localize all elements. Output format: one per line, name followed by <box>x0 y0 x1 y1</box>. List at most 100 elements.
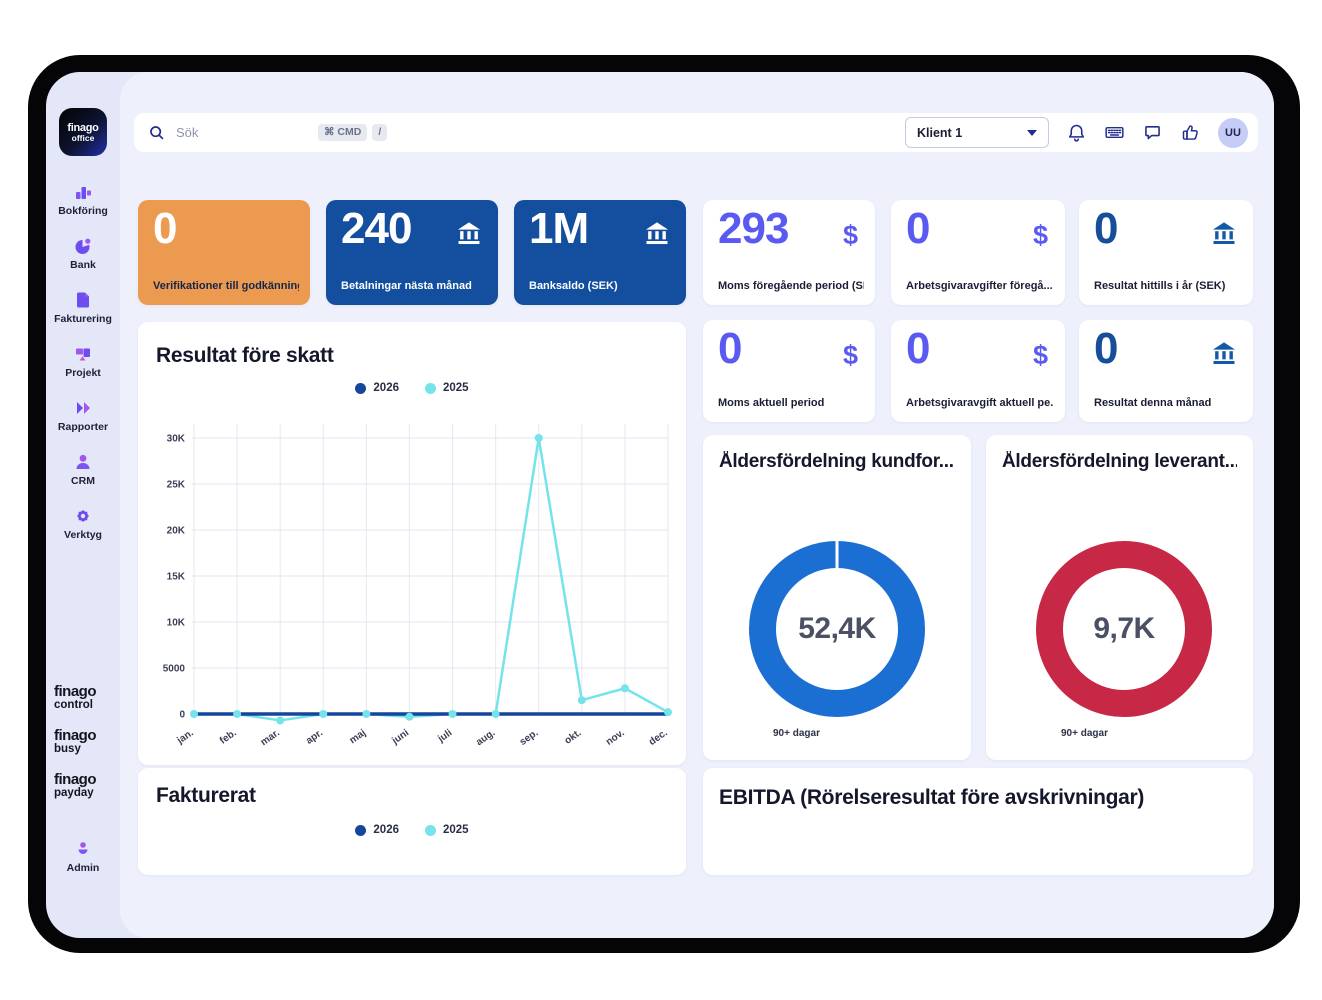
svg-text:feb.: feb. <box>218 727 239 746</box>
client-selector-value: Klient 1 <box>917 125 963 140</box>
sidebar-item-verktyg[interactable]: Verktyg <box>46 506 120 541</box>
kpi-label: Moms föregående period (SEK) <box>718 280 864 292</box>
sidebar-item-label: Bokföring <box>58 205 108 217</box>
chart-title: Fakturerat <box>156 784 256 807</box>
sidebar-item-rapporter[interactable]: Rapporter <box>46 398 120 433</box>
legend-dot <box>355 382 367 394</box>
legend-dot <box>425 824 436 836</box>
main-content: ⌘ CMD / Klient 1 <box>120 72 1274 938</box>
sidebar-item-bokforing[interactable]: Bokföring <box>46 182 120 217</box>
donut-chart-leverantorsskulder: 9,7K <box>1036 541 1212 717</box>
gear-icon <box>77 510 89 522</box>
legend-label: 2026 <box>373 382 399 394</box>
chat-icon[interactable] <box>1142 122 1163 143</box>
chart-title: Resultat före skatt <box>156 344 334 367</box>
kpi-card-betalningar[interactable]: 240 Betalningar nästa månad <box>326 200 498 305</box>
kpi-label: Arbetsgivaravgift aktuell pe... <box>906 397 1054 409</box>
legend-item-2025[interactable]: 2025 <box>425 824 469 836</box>
svg-text:15K: 15K <box>167 572 186 583</box>
finago-office-logo[interactable]: finago office <box>59 108 107 156</box>
legend-item-2026[interactable]: 2026 <box>355 824 399 836</box>
kpi-card-banksaldo[interactable]: 1M Banksaldo (SEK) <box>514 200 686 305</box>
legend-item-2026[interactable]: 2026 <box>355 382 399 394</box>
brand-name: finago <box>54 771 97 789</box>
chart-title: EBITDA (Rörelseresultat före avskrivning… <box>719 786 1145 809</box>
legend-label: 2026 <box>373 824 399 836</box>
brand-product: payday <box>54 787 94 800</box>
kpi-card-verifikationer[interactable]: 0 Verifikationer till godkänning <box>138 200 310 305</box>
sidebar-item-label: Fakturering <box>54 313 112 325</box>
kpi-card-moms-foregaende[interactable]: 293 $ Moms föregående period (SEK) <box>703 200 875 305</box>
svg-text:mar.: mar. <box>259 727 282 748</box>
dollar-icon: $ <box>842 220 858 250</box>
admin-person-icon <box>78 842 88 854</box>
sidebar-item-admin[interactable]: Admin <box>46 838 120 874</box>
kpi-card-moms-aktuell[interactable]: 0 $ Moms aktuell period <box>703 320 875 422</box>
svg-text:okt.: okt. <box>563 727 584 746</box>
dollar-icon: $ <box>842 340 858 370</box>
svg-text:maj: maj <box>348 727 369 746</box>
kpi-card-arbetsgivaravgifter-foregaende[interactable]: 0 $ Arbetsgivaravgifter föregå... <box>891 200 1065 305</box>
sidebar-item-label: CRM <box>71 475 95 487</box>
legend-dot <box>425 382 436 394</box>
brand-finago-control[interactable]: finago control <box>54 684 112 712</box>
sidebar: finago office Bokföring Bank Fakturering… <box>46 72 120 938</box>
sidebar-item-bank[interactable]: Bank <box>46 236 120 271</box>
client-selector-dropdown[interactable]: Klient 1 <box>905 117 1049 148</box>
sidebar-item-label: Rapporter <box>57 421 109 433</box>
kpi-card-resultat-ar[interactable]: 0 Resultat hittills i år (SEK) <box>1079 200 1253 305</box>
chart-card-resultat-fore-skatt: Resultat före skatt 2026 2025 jan. feb. ma… <box>138 322 686 765</box>
search-input[interactable] <box>174 124 298 141</box>
chart-card-aldersfordelning-kund: Åldersfördelning kundfor... 52,4K 90+ da… <box>703 435 971 760</box>
kpi-value: 0 <box>906 204 931 253</box>
kpi-card-resultat-manad[interactable]: 0 Resultat denna månad <box>1079 320 1253 422</box>
top-bar: ⌘ CMD / Klient 1 <box>134 113 1258 152</box>
kpi-card-arbetsgivaravgift-aktuell[interactable]: 0 $ Arbetsgivaravgift aktuell pe... <box>891 320 1065 422</box>
search-icon <box>150 126 164 140</box>
svg-text:25K: 25K <box>167 480 186 491</box>
kpi-value: 240 <box>341 204 412 253</box>
kpi-value: 1M <box>529 204 589 253</box>
sidebar-brands: finago control finago busy finago payday <box>46 684 120 801</box>
dollar-icon: $ <box>1032 220 1048 250</box>
chart-card-ebitda: EBITDA (Rörelseresultat före avskrivning… <box>703 768 1253 875</box>
kpi-label: Betalningar nästa månad <box>341 280 472 292</box>
bank-icon <box>645 222 669 245</box>
brand-finago-payday[interactable]: finago payday <box>54 772 112 800</box>
bank-icon <box>457 222 481 245</box>
bookkeeping-bars-icon <box>76 187 91 199</box>
kpi-label: Moms aktuell period <box>718 397 825 409</box>
chart-title: Åldersfördelning kundfor... <box>719 451 954 472</box>
avatar-initials: UU <box>1225 126 1241 139</box>
chart-card-fakturerat: Fakturerat 2026 2025 <box>138 768 686 875</box>
reports-chevrons-icon <box>77 402 90 414</box>
sidebar-item-label: Projekt <box>65 367 101 379</box>
chart-legend: 2026 2025 <box>138 382 686 394</box>
user-avatar[interactable]: UU <box>1218 117 1248 148</box>
svg-text:jan.: jan. <box>174 727 195 747</box>
sidebar-item-crm[interactable]: CRM <box>46 452 120 487</box>
kpi-label: Resultat hittills i år (SEK) <box>1094 280 1226 292</box>
kpi-value: 0 <box>718 324 743 373</box>
legend-item-2025[interactable]: 2025 <box>425 382 469 394</box>
sidebar-item-fakturering[interactable]: Fakturering <box>46 290 120 325</box>
chevron-down-icon <box>1027 129 1037 136</box>
donut-center-value: 52,4K <box>798 612 876 645</box>
bell-icon[interactable] <box>1066 122 1087 143</box>
legend-label: 2025 <box>443 824 469 836</box>
brand-finago-busy[interactable]: finago busy <box>54 728 112 756</box>
svg-text:apr.: apr. <box>304 727 325 746</box>
thumbs-up-icon[interactable] <box>1180 122 1201 143</box>
chart-legend: 2026 2025 <box>138 824 686 836</box>
kpi-label: Banksaldo (SEK) <box>529 280 618 292</box>
kpi-value: 0 <box>906 324 931 373</box>
chart-title: Åldersfördelning leverant... <box>1002 451 1237 472</box>
logo-subtext: office <box>71 132 95 143</box>
sidebar-item-projekt[interactable]: Projekt <box>46 344 120 379</box>
keyboard-icon[interactable] <box>1104 122 1125 143</box>
legend-label: 2025 <box>443 382 469 394</box>
header-actions: Klient 1 UU <box>905 113 1248 152</box>
svg-text:juni: juni <box>389 727 411 747</box>
donut-center-value: 9,7K <box>1093 612 1155 645</box>
legend-dot <box>355 824 367 836</box>
